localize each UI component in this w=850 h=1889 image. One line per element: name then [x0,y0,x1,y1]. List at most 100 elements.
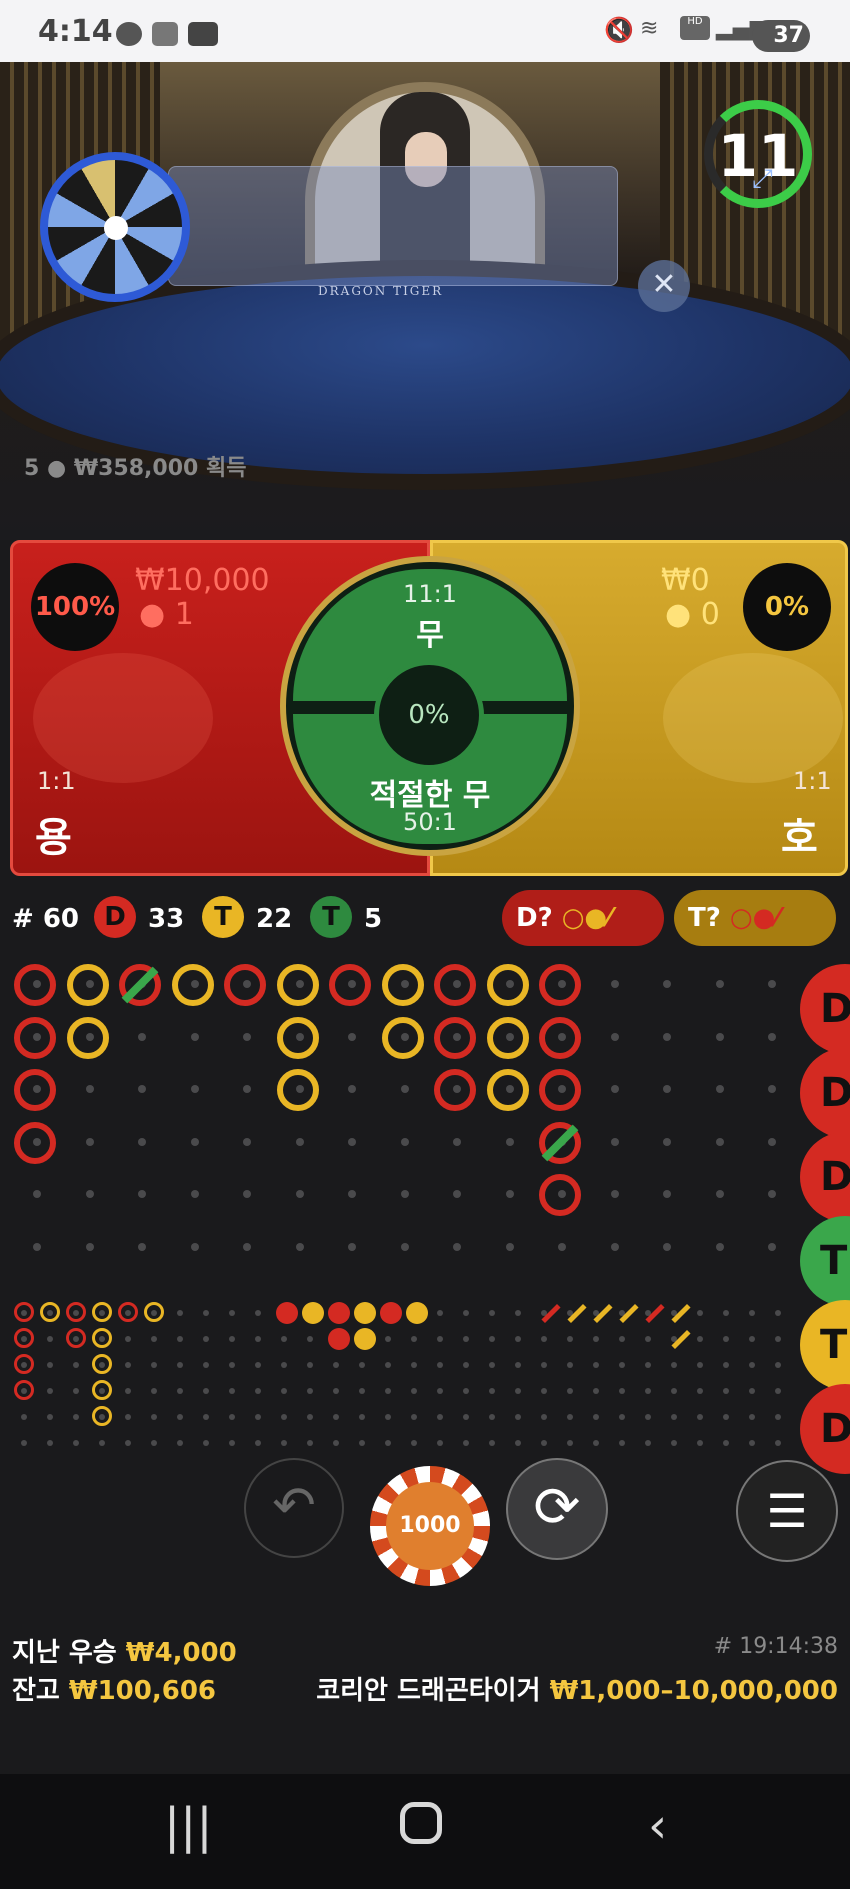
big-eye-ring [92,1406,112,1426]
grid-dot [749,1362,755,1368]
grid-dot [723,1414,729,1420]
grid-dot [255,1388,261,1394]
big-road-ring [486,1069,529,1111]
chip-selector[interactable]: 1000 [370,1466,490,1586]
grid-dot [505,1190,514,1198]
grid-dot [255,1310,261,1316]
small-road-dot [406,1302,428,1324]
grid-dot [723,1362,729,1368]
grid-dot [697,1388,703,1394]
side-road-token: D [800,1384,850,1474]
big-road-ring [329,964,371,1006]
grid-dot [177,1310,183,1316]
small-road-dot [302,1302,324,1324]
grid-dot [151,1414,157,1420]
dragon-predict-button[interactable]: D? ○●⁄ [502,890,664,946]
dragon-predict-label: D? [516,903,553,933]
grid-dot [610,1085,619,1093]
back-icon[interactable]: ‹ [648,1798,667,1854]
battery-level: 37 [773,23,804,48]
big-road-ring [224,964,266,1006]
suited-tie-odds: 50:1 [403,808,457,836]
grid-dot [775,1440,781,1446]
grid-dot [541,1388,547,1394]
expand-icon[interactable]: ⤢ [752,164,773,195]
grid-dot [671,1362,677,1368]
grid-dot [645,1414,651,1420]
home-icon[interactable] [400,1802,442,1844]
grid-dot [697,1440,703,1446]
grid-dot [348,1085,356,1093]
grid-dot [229,1336,235,1342]
winners-summary: 5 ● ₩358,000 획득 [24,450,247,482]
grid-dot [229,1362,235,1368]
big-road-ring [171,964,214,1006]
grid-dot [255,1336,261,1342]
grid-dot [177,1414,183,1420]
grid-dot [697,1336,703,1342]
grid-dot [359,1362,365,1368]
undo-button[interactable]: ↶ [244,1458,344,1558]
tiger-predict-button[interactable]: T? ○●⁄ [674,890,836,946]
grid-dot [411,1440,417,1446]
grid-dot [385,1388,391,1394]
tiger-players-count: 0 [700,597,720,632]
person-icon: ● [139,597,166,632]
grid-dot [463,1388,469,1394]
grid-dot [21,1414,27,1420]
grid-dot [333,1414,339,1420]
grid-dot [775,1336,781,1342]
side-road-token: D [800,1048,850,1138]
grid-dot [385,1440,391,1446]
grid-dot [610,1137,619,1146]
grid-dot [190,1032,199,1041]
grid-dot [715,1032,724,1041]
chip-value: 1000 [386,1482,474,1570]
table-info: 코리안 드래곤타이거 ₩1,000–10,000,000 [316,1670,838,1707]
winners-suffix: 획득 [206,456,247,481]
grid-dot [775,1310,781,1316]
app-badge-icon [152,22,178,46]
menu-button[interactable]: ☰ [736,1460,838,1562]
grid-dot [515,1388,521,1394]
grid-dot [715,1137,724,1146]
grid-dot [697,1362,703,1368]
big-eye-ring [14,1302,34,1322]
tiger-label: 호 [781,815,818,861]
recents-icon[interactable]: ||| [164,1798,213,1854]
grid-dot [671,1440,677,1446]
grid-dot [203,1440,209,1446]
side-road-token: D [800,1132,850,1222]
grid-dot [593,1388,599,1394]
grid-dot [243,1085,251,1093]
grid-dot [307,1440,313,1446]
stats-row: # 60 D 33 T 22 T 5 D? ○●⁄ T? ○●⁄ [0,890,850,946]
predict-slash-icon: ⁄ [775,903,780,933]
grid-dot [348,1190,356,1198]
big-eye-ring [92,1328,112,1348]
grid-dot [138,1032,146,1041]
grid-dot [619,1336,625,1342]
grid-dot [723,1440,729,1446]
big-road-ring [14,964,56,1006]
status-bar: 4:14 🔇 ≋ HD ▂▄▆ 37 [0,0,850,62]
person-icon: ● [665,597,692,632]
grid-dot [610,980,619,988]
grid-dot [723,1310,729,1316]
predict-ring-icon: ○● [561,903,608,933]
grid-dot [33,1190,41,1198]
repeat-button[interactable]: ⟳ [506,1458,608,1560]
grid-dot [190,1085,199,1093]
grid-dot [515,1362,521,1368]
tiger-predict-label: T? [688,903,721,933]
wheel-hub [104,216,128,240]
big-eye-ring [14,1354,34,1374]
close-icon[interactable]: ✕ [638,260,690,312]
grid-dot [663,980,671,988]
table-limits: ₩1,000–10,000,000 [549,1676,838,1706]
big-eye-ring [40,1302,60,1322]
grid-dot [671,1388,677,1394]
grid-dot [593,1414,599,1420]
grid-dot [593,1362,599,1368]
grid-dot [73,1362,79,1368]
